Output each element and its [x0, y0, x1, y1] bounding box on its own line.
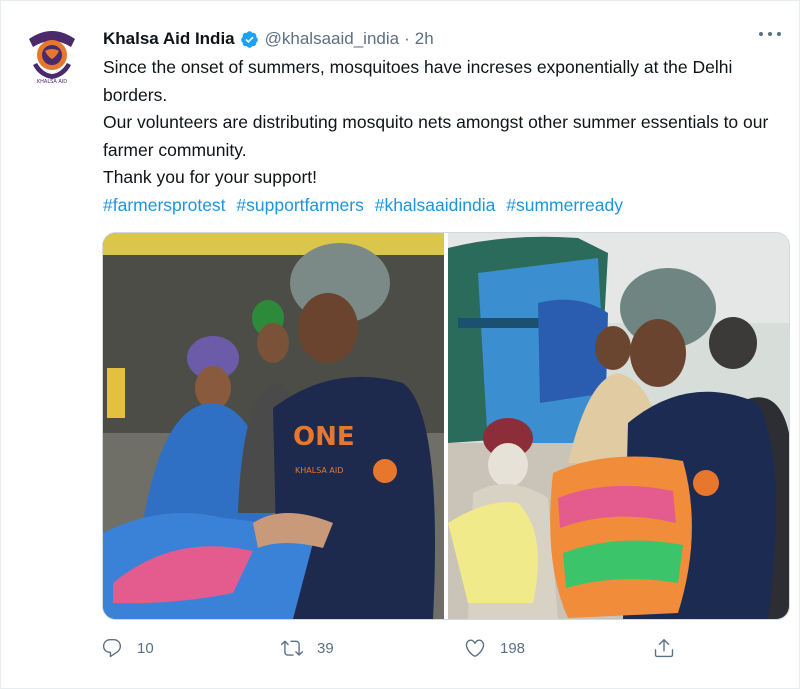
tweet-text-line: Since the onset of summers, mosquitoes h…: [103, 57, 733, 105]
avatar-text: KHALSA AID: [37, 79, 67, 85]
more-options-icon[interactable]: [759, 27, 781, 41]
reply-count: 10: [137, 639, 154, 657]
heart-icon: [465, 639, 485, 657]
khalsa-aid-logo: KHALSA AID: [21, 23, 83, 85]
profile-avatar[interactable]: KHALSA AID: [19, 21, 85, 87]
tweet-text-line: Our volunteers are distributing mosquito…: [103, 112, 769, 160]
retweet-count: 39: [317, 639, 334, 657]
tweet-actions: 10 39 198: [101, 637, 701, 665]
verified-badge-icon: [240, 30, 259, 49]
hashtag-link[interactable]: #farmersprotest: [103, 195, 226, 215]
share-button[interactable]: [653, 637, 675, 659]
share-icon: [654, 639, 674, 658]
tweet-media[interactable]: ONE KHALSA AID: [102, 232, 790, 620]
like-button[interactable]: 198: [464, 637, 525, 659]
hashtag-link[interactable]: #khalsaaidindia: [375, 195, 496, 215]
tweet-timestamp[interactable]: 2h: [415, 29, 434, 49]
reply-icon: [102, 639, 122, 658]
shirt-brand-text: KHALSA AID: [295, 466, 343, 475]
retweet-icon: [281, 640, 303, 656]
author-name[interactable]: Khalsa Aid India: [103, 29, 235, 49]
hashtags: #farmersprotest #supportfarmers #khalsaa…: [103, 192, 793, 220]
tweet-card: KHALSA AID Khalsa Aid India @khalsaaid_i…: [0, 0, 800, 689]
tweet-text: Since the onset of summers, mosquitoes h…: [103, 54, 793, 219]
tweet-header: Khalsa Aid India @khalsaaid_india · 2h: [103, 27, 434, 51]
author-handle[interactable]: @khalsaaid_india: [265, 29, 399, 49]
hashtag-link[interactable]: #supportfarmers: [236, 195, 363, 215]
reply-button[interactable]: 10: [101, 637, 154, 659]
shirt-logo-text: ONE: [293, 422, 355, 452]
hashtag-link[interactable]: #summerready: [506, 195, 623, 215]
media-photo-right[interactable]: [448, 233, 789, 619]
like-count: 198: [500, 639, 526, 657]
separator-dot: ·: [404, 29, 410, 48]
tweet-text-line: Thank you for your support!: [103, 167, 317, 187]
media-photo-left[interactable]: ONE KHALSA AID: [103, 233, 444, 619]
retweet-button[interactable]: 39: [281, 637, 334, 659]
